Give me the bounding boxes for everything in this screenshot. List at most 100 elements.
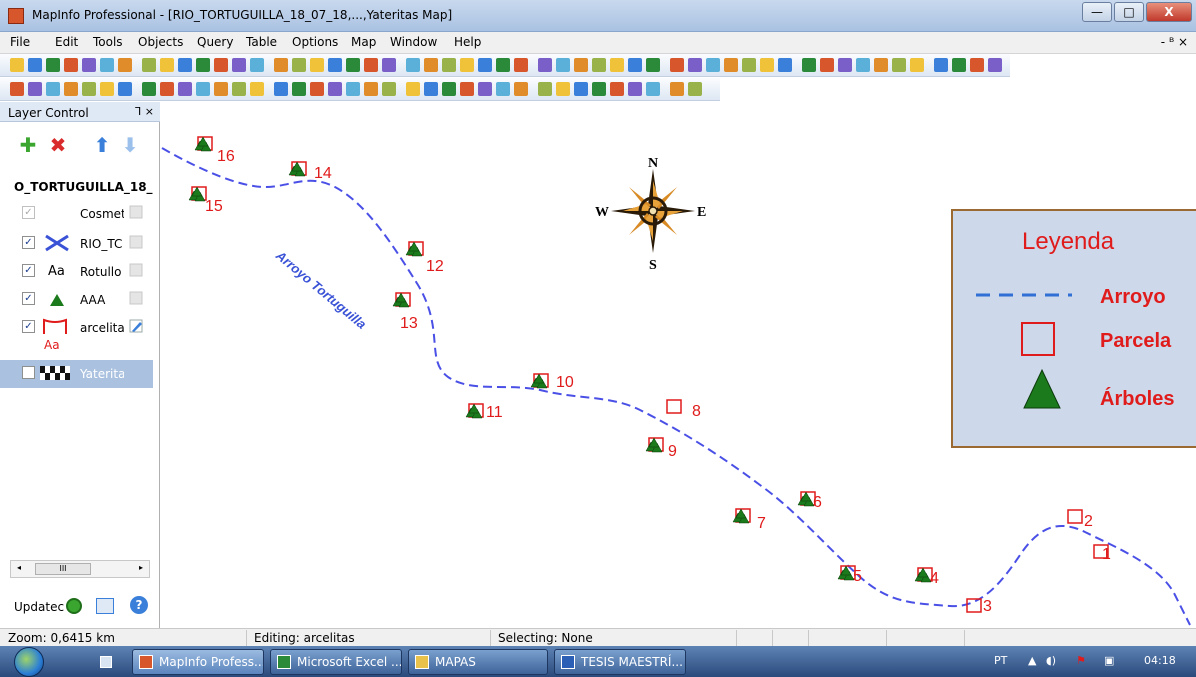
toolbar-tool-icon[interactable]	[28, 82, 42, 96]
parcel-plot-4[interactable]: 4	[914, 567, 939, 587]
layer-visibility-checkbox[interactable]: ✓	[22, 320, 35, 333]
toolbar-tool-icon[interactable]	[118, 82, 132, 96]
layer-edit-pencil-icon[interactable]	[128, 318, 144, 334]
remove-layer-icon[interactable]: ✖	[48, 135, 68, 156]
parcel-plot-12[interactable]: 12	[405, 241, 444, 275]
toolbar-tool-icon[interactable]	[838, 58, 852, 72]
taskbar-folder-button[interactable]: MAPAS	[408, 649, 548, 675]
toolbar-tool-icon[interactable]	[442, 58, 456, 72]
toolbar-tool-icon[interactable]	[538, 82, 552, 96]
taskbar-excel-button[interactable]: Microsoft Excel ...	[270, 649, 402, 675]
menu-objects[interactable]: Objects	[138, 35, 183, 49]
toolbar-tool-icon[interactable]	[292, 58, 306, 72]
toolbar-tool-icon[interactable]	[142, 82, 156, 96]
parcel-plot-13[interactable]: 13	[392, 292, 418, 332]
toolbar-tool-icon[interactable]	[214, 58, 228, 72]
parcel-plot-1[interactable]: 1	[1093, 544, 1111, 563]
layer-row-cosmetic[interactable]: ✓ Cosmet	[0, 200, 153, 226]
toolbar-tool-icon[interactable]	[178, 82, 192, 96]
menu-tools[interactable]: Tools	[93, 35, 123, 49]
toolbar-tool-icon[interactable]	[688, 82, 702, 96]
toolbar-tool-icon[interactable]	[100, 58, 114, 72]
map-window[interactable]: Arroyo Tortuguilla N S E W 1 2 3 4 5 6 7…	[160, 125, 1196, 628]
toolbar-tool-icon[interactable]	[424, 82, 438, 96]
toolbar-tool-icon[interactable]	[64, 82, 78, 96]
parcel-plot-3[interactable]: 3	[966, 598, 992, 615]
toolbar-tool-icon[interactable]	[178, 58, 192, 72]
toolbar-tool-icon[interactable]	[442, 82, 456, 96]
parcel-plot-8[interactable]: 8	[666, 399, 701, 420]
scroll-right-icon[interactable]: ▸	[139, 563, 143, 572]
toolbar-tool-icon[interactable]	[460, 58, 474, 72]
toolbar-tool-icon[interactable]	[496, 82, 510, 96]
toolbar-tool-icon[interactable]	[556, 58, 570, 72]
toolbar-tool-icon[interactable]	[406, 82, 420, 96]
toolbar-tool-icon[interactable]	[250, 58, 264, 72]
layer-row-labels[interactable]: ✓ Aa Rotullo	[0, 258, 153, 284]
toolbar-tool-icon[interactable]	[46, 82, 60, 96]
layer-row-trees[interactable]: ✓ AAA	[0, 286, 153, 312]
toolbar-tool-icon[interactable]	[574, 82, 588, 96]
toolbar-tool-icon[interactable]	[628, 58, 642, 72]
parcel-plot-9[interactable]: 9	[645, 437, 677, 460]
show-hidden-icons[interactable]: ▲	[1028, 654, 1036, 667]
layer-visibility-checkbox[interactable]: ✓	[22, 264, 35, 277]
toolbar-tool-icon[interactable]	[196, 82, 210, 96]
toolbar-tool-icon[interactable]	[688, 58, 702, 72]
toolbar-tool-icon[interactable]	[160, 58, 174, 72]
layer-row-parcels[interactable]: ✓ Aa arcelita	[0, 314, 153, 354]
volume-icon[interactable]: ◖)	[1046, 654, 1056, 667]
toolbar-tool-icon[interactable]	[142, 58, 156, 72]
layer-row-river[interactable]: ✓ RIO_TC	[0, 230, 153, 256]
toolbar-tool-icon[interactable]	[592, 58, 606, 72]
move-layer-down-icon[interactable]: ⬇	[120, 135, 140, 156]
toolbar-tool-icon[interactable]	[592, 82, 606, 96]
menu-map[interactable]: Map	[351, 35, 376, 49]
start-button[interactable]	[14, 647, 44, 677]
menu-query[interactable]: Query	[197, 35, 233, 49]
layer-edit-pencil-icon[interactable]	[128, 234, 144, 250]
toolbar-tool-icon[interactable]	[892, 58, 906, 72]
toolbar-tool-icon[interactable]	[328, 58, 342, 72]
toolbar-tool-icon[interactable]	[496, 58, 510, 72]
parcel-plot-16[interactable]: 16	[194, 136, 235, 165]
toolbar-tool-icon[interactable]	[28, 58, 42, 72]
toolbar-tool-icon[interactable]	[64, 58, 78, 72]
toolbar-tool-icon[interactable]	[118, 58, 132, 72]
toolbar-tool-icon[interactable]	[760, 58, 774, 72]
clock[interactable]: 04:18	[1144, 654, 1176, 667]
toolbar-tool-icon[interactable]	[214, 82, 228, 96]
toolbar-tool-icon[interactable]	[82, 82, 96, 96]
toolbar-tool-icon[interactable]	[970, 58, 984, 72]
layer-properties-icon[interactable]	[96, 598, 114, 614]
toolbar-tool-icon[interactable]	[160, 82, 174, 96]
toolbar-tool-icon[interactable]	[610, 58, 624, 72]
toolbar-tool-icon[interactable]	[406, 58, 420, 72]
parcel-plot-7[interactable]: 7	[732, 508, 766, 532]
toolbar-tool-icon[interactable]	[742, 58, 756, 72]
network-icon[interactable]: ▣	[1104, 654, 1114, 667]
parcel-plot-10[interactable]: 10	[530, 373, 574, 391]
toolbar-tool-icon[interactable]	[196, 58, 210, 72]
toolbar-tool-icon[interactable]	[364, 58, 378, 72]
toolbar-tool-icon[interactable]	[346, 82, 360, 96]
layer-edit-pencil-icon[interactable]	[128, 290, 144, 306]
toolbar-tool-icon[interactable]	[952, 58, 966, 72]
toolbar-tool-icon[interactable]	[610, 82, 624, 96]
layer-visibility-checkbox[interactable]: ✓	[22, 292, 35, 305]
toolbar-tool-icon[interactable]	[856, 58, 870, 72]
toolbar-tool-icon[interactable]	[820, 58, 834, 72]
toolbar-tool-icon[interactable]	[82, 58, 96, 72]
toolbar-tool-icon[interactable]	[670, 82, 684, 96]
add-layer-icon[interactable]: ✚	[18, 135, 38, 156]
toolbar-tool-icon[interactable]	[292, 82, 306, 96]
maximize-button[interactable]: □	[1114, 2, 1144, 22]
menu-file[interactable]: File	[10, 35, 30, 49]
layer-visibility-checkbox[interactable]: ✓	[22, 236, 35, 249]
toolbar-tool-icon[interactable]	[778, 58, 792, 72]
toolbar-tool-icon[interactable]	[556, 82, 570, 96]
toolbar-tool-icon[interactable]	[538, 58, 552, 72]
move-layer-up-icon[interactable]: ⬆	[92, 135, 112, 156]
toolbar-tool-icon[interactable]	[382, 58, 396, 72]
toolbar-tool-icon[interactable]	[670, 58, 684, 72]
